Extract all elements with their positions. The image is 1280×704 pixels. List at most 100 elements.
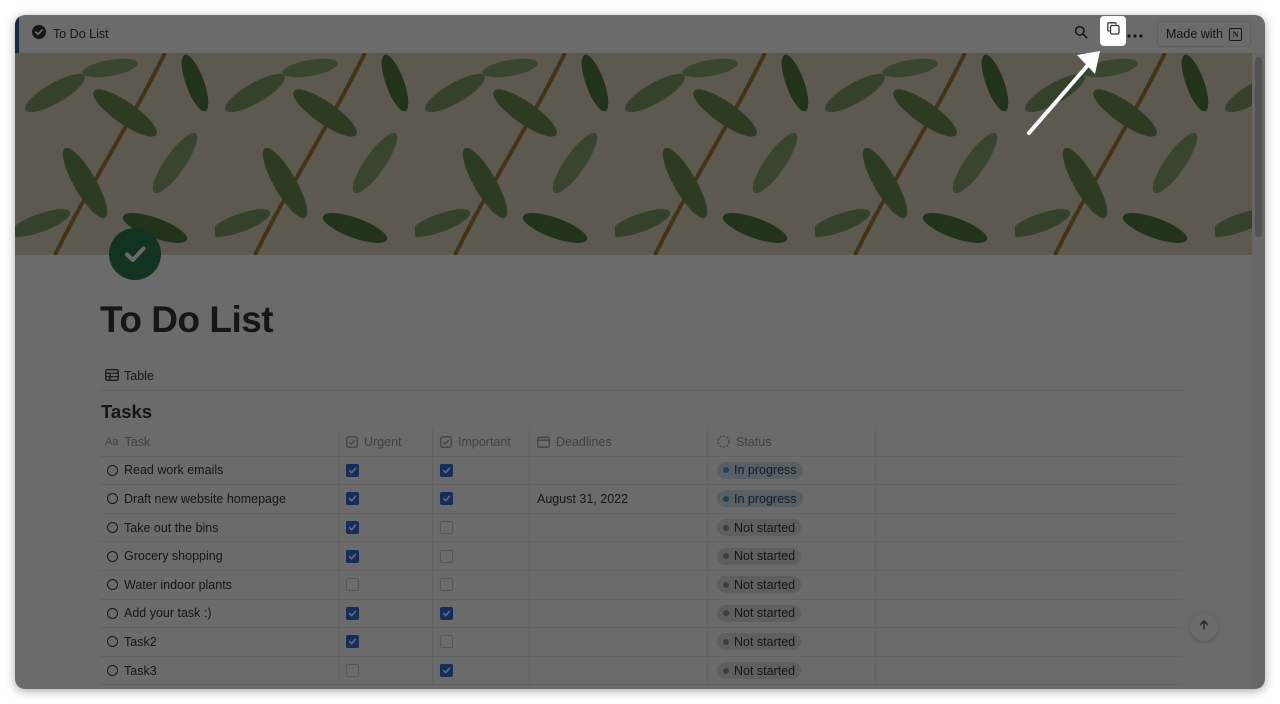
deadline-cell[interactable] xyxy=(530,599,708,628)
search-icon xyxy=(1074,25,1088,44)
urgent-checkbox[interactable] xyxy=(346,492,359,506)
cover-image xyxy=(15,53,1252,255)
duplicate-button[interactable] xyxy=(1100,16,1126,46)
column-header-urgent[interactable]: Urgent xyxy=(339,428,433,456)
urgent-checkbox[interactable] xyxy=(346,606,359,620)
task-cell[interactable]: Read work emails xyxy=(100,456,339,485)
task-cell[interactable]: Task2 xyxy=(100,628,339,656)
deadline-date: August 31, 2022 xyxy=(537,491,629,506)
checkbox-icon xyxy=(440,435,452,448)
urgent-checkbox[interactable] xyxy=(346,549,359,563)
deadline-cell[interactable] xyxy=(530,656,708,685)
task-cell[interactable]: Grocery shopping xyxy=(100,542,339,570)
checkbox-icon xyxy=(346,435,358,448)
column-header-status[interactable]: Status xyxy=(708,428,876,456)
made-with-notion-button[interactable]: Made with N xyxy=(1157,21,1251,47)
empty-cell xyxy=(876,628,1182,656)
column-header-deadlines[interactable]: Deadlines xyxy=(530,428,708,456)
status-label: Not started xyxy=(734,577,796,592)
urgent-cell xyxy=(339,513,433,542)
status-badge: Not started xyxy=(717,519,802,537)
empty-cell xyxy=(876,485,1182,513)
more-icon xyxy=(1127,25,1143,43)
urgent-checkbox[interactable] xyxy=(346,578,359,592)
scroll-to-top-button[interactable] xyxy=(1190,613,1218,641)
more-button[interactable] xyxy=(1123,22,1147,46)
table-row[interactable]: Take out the bins Not started xyxy=(100,513,1182,543)
important-checkbox[interactable] xyxy=(440,606,453,620)
check-circle-icon xyxy=(32,24,46,44)
important-cell xyxy=(433,599,530,628)
status-cell[interactable]: Not started xyxy=(708,656,876,685)
status-cell[interactable]: Not started xyxy=(708,570,876,599)
status-cell[interactable]: In progress xyxy=(708,485,876,513)
column-header-task[interactable]: Aa Task xyxy=(100,428,339,456)
deadline-cell[interactable] xyxy=(530,570,708,599)
deadline-cell[interactable] xyxy=(530,513,708,542)
status-badge: In progress xyxy=(717,461,803,479)
task-cell[interactable]: Add your task :) xyxy=(100,599,339,628)
urgent-checkbox[interactable] xyxy=(346,521,359,535)
search-button[interactable] xyxy=(1069,22,1093,46)
database-title[interactable]: Tasks xyxy=(101,401,152,423)
status-badge: Not started xyxy=(717,604,802,622)
task-cell[interactable]: Task3 xyxy=(100,656,339,685)
status-cell[interactable]: Not started xyxy=(708,628,876,656)
status-cell[interactable]: In progress xyxy=(708,456,876,485)
accent-bar xyxy=(15,15,19,53)
important-checkbox[interactable] xyxy=(440,521,453,535)
important-checkbox[interactable] xyxy=(440,635,453,649)
status-badge: Not started xyxy=(717,576,802,594)
urgent-cell xyxy=(339,542,433,570)
urgent-checkbox[interactable] xyxy=(346,664,359,678)
important-checkbox[interactable] xyxy=(440,664,453,678)
page-icon[interactable] xyxy=(109,228,161,280)
status-label: Not started xyxy=(734,549,796,564)
status-dot xyxy=(723,467,729,474)
task-cell[interactable]: Draft new website homepage xyxy=(100,485,339,513)
important-cell xyxy=(433,542,530,570)
table-row[interactable]: Add your task :) Not started xyxy=(100,599,1182,629)
important-checkbox[interactable] xyxy=(440,463,453,477)
urgent-checkbox[interactable] xyxy=(346,463,359,477)
task-cell[interactable]: Take out the bins xyxy=(100,513,339,542)
column-header-important[interactable]: Important xyxy=(433,428,530,456)
table-row[interactable]: Read work emails In progress xyxy=(100,456,1182,486)
status-badge: Not started xyxy=(717,633,802,651)
scrollbar[interactable] xyxy=(1252,53,1265,689)
task-circle-icon xyxy=(107,464,118,476)
status-cell[interactable]: Not started xyxy=(708,599,876,628)
status-label: In progress xyxy=(734,463,797,478)
status-dot xyxy=(723,638,729,645)
task-name: Water indoor plants xyxy=(124,577,232,592)
status-cell[interactable]: Not started xyxy=(708,542,876,570)
column-header-label: Status xyxy=(736,434,772,449)
deadline-cell[interactable] xyxy=(530,628,708,656)
table-row[interactable]: Task3 Not started xyxy=(100,656,1182,686)
task-cell[interactable]: Water indoor plants xyxy=(100,570,339,599)
breadcrumb[interactable]: To Do List xyxy=(32,24,109,44)
important-checkbox[interactable] xyxy=(440,492,453,506)
task-circle-icon xyxy=(107,550,118,562)
urgent-cell xyxy=(339,656,433,685)
deadline-cell[interactable] xyxy=(530,542,708,570)
important-cell xyxy=(433,513,530,542)
important-checkbox[interactable] xyxy=(440,549,453,563)
status-cell[interactable]: Not started xyxy=(708,513,876,542)
tab-table-view[interactable]: Table xyxy=(105,365,154,387)
task-circle-icon xyxy=(107,579,118,591)
table-row[interactable]: Water indoor plants Not started xyxy=(100,570,1182,600)
urgent-checkbox[interactable] xyxy=(346,635,359,649)
scrollbar-thumb[interactable] xyxy=(1255,57,1262,237)
table-row[interactable]: Draft new website homepage August 31, 202… xyxy=(100,485,1182,514)
deadline-cell[interactable] xyxy=(530,456,708,485)
task-circle-icon xyxy=(107,665,118,677)
important-cell xyxy=(433,628,530,656)
important-cell xyxy=(433,485,530,513)
table-row[interactable]: Grocery shopping Not started xyxy=(100,542,1182,571)
important-checkbox[interactable] xyxy=(440,578,453,592)
deadline-cell[interactable]: August 31, 2022 xyxy=(530,485,708,513)
important-cell xyxy=(433,656,530,685)
table-row[interactable]: Task2 Not started xyxy=(100,628,1182,657)
page-title: To Do List xyxy=(100,299,274,340)
